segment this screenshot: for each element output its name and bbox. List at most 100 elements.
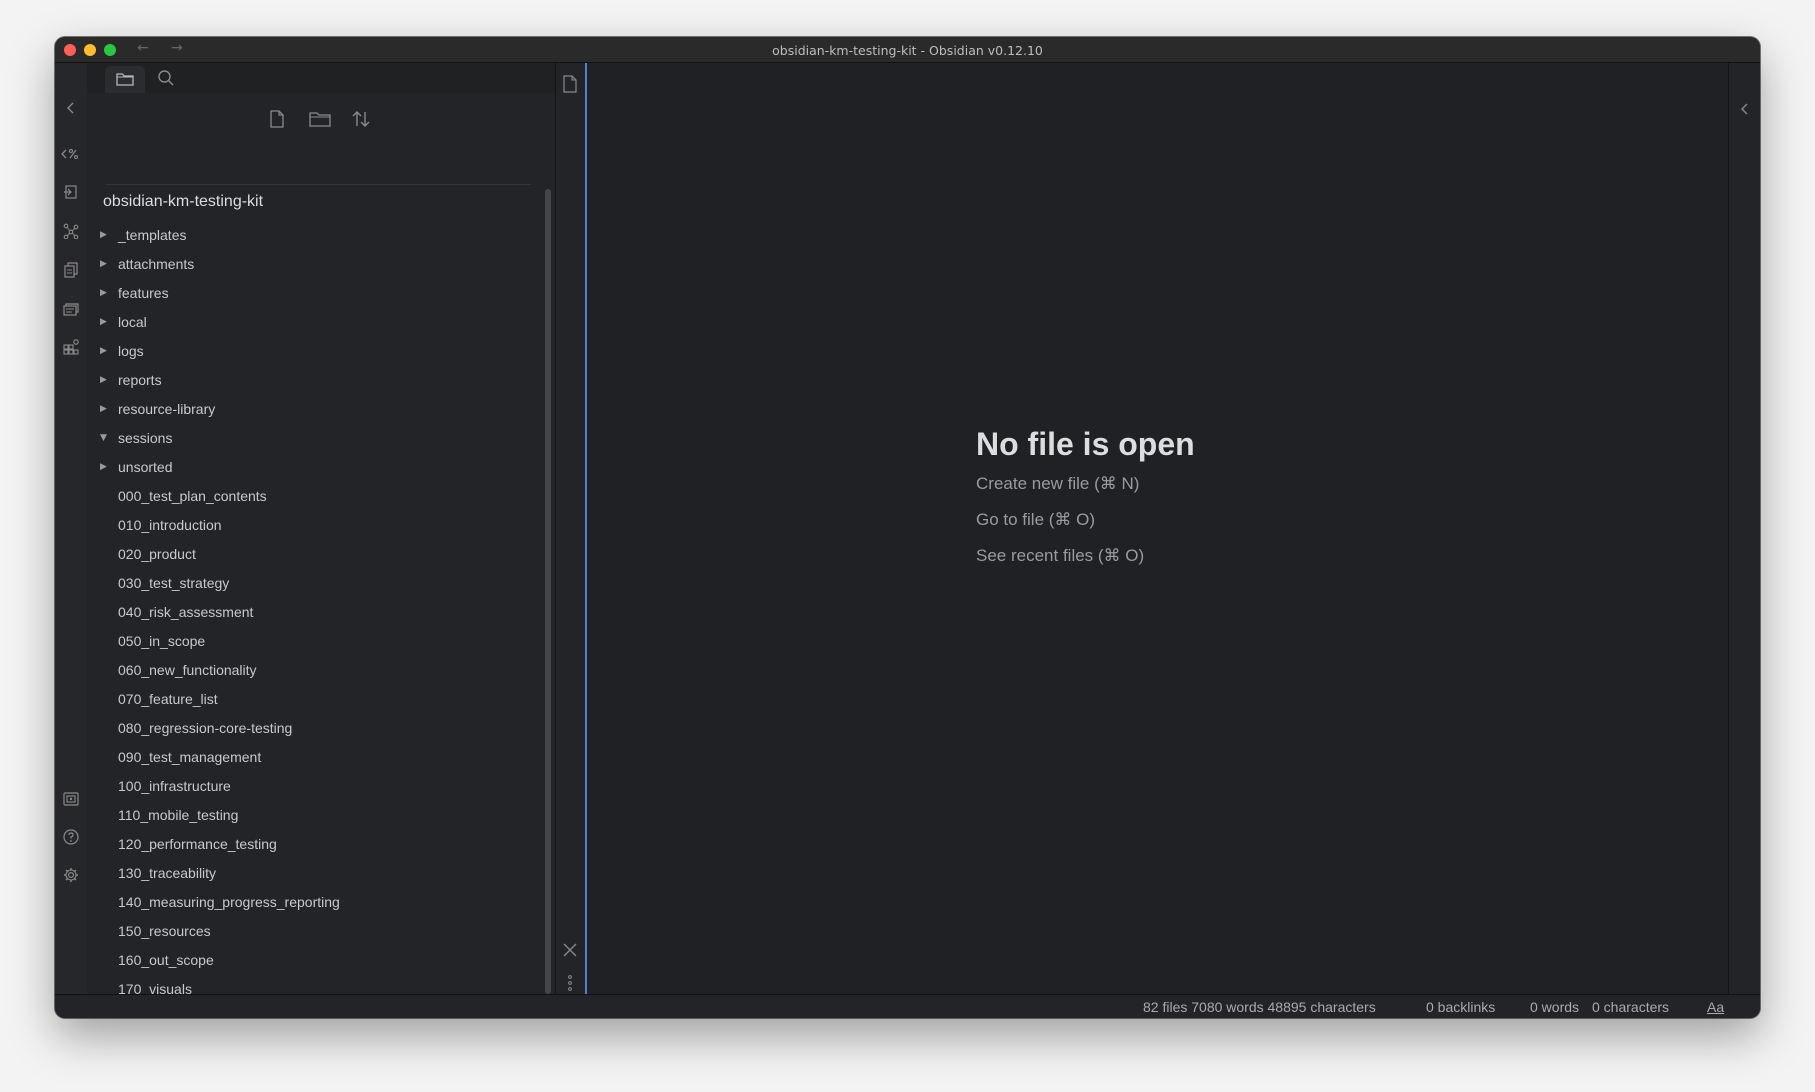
file-item[interactable]: 120_performance_testing [87, 830, 517, 859]
backlinks-count[interactable]: 0 backlinks [1426, 999, 1495, 1015]
folder-item[interactable]: ▶ _templates [87, 221, 517, 250]
file-item[interactable]: 170_visuals [87, 975, 517, 995]
expand-right-sidebar-button[interactable] [1737, 101, 1751, 117]
more-vertical-icon [566, 975, 574, 991]
file-label: 060_new_functionality [118, 662, 257, 678]
vault-name[interactable]: obsidian-km-testing-kit [103, 193, 263, 211]
folder-item-expanded[interactable]: ▼ sessions [87, 424, 517, 453]
file-label: 050_in_scope [118, 633, 206, 649]
window-title: obsidian-km-testing-kit - Obsidian v0.12… [772, 43, 1043, 58]
status-bar: 82 files 7080 words 48895 characters 0 b… [55, 994, 1760, 1018]
file-label: 150_resources [118, 923, 211, 939]
editor-pane [587, 63, 1728, 995]
file-item[interactable]: 150_resources [87, 917, 517, 946]
slides-icon[interactable] [63, 301, 79, 317]
folder-label: reports [118, 372, 162, 388]
sort-icon [351, 109, 371, 129]
copy-icon[interactable] [63, 262, 79, 278]
see-recent-files-link[interactable]: See recent files (⌘ O) [976, 546, 1144, 566]
graph-view-icon[interactable] [63, 223, 79, 239]
file-label: 130_traceability [118, 865, 217, 881]
file-item[interactable]: 160_out_scope [87, 946, 517, 975]
tab-file-explorer[interactable] [105, 66, 145, 93]
file-item[interactable]: 090_test_management [87, 743, 517, 772]
file-item[interactable]: 010_introduction [87, 511, 517, 540]
file-label: 040_risk_assessment [118, 604, 254, 620]
file-label: 010_introduction [118, 517, 222, 533]
file-item[interactable]: 080_regression-core-testing [87, 714, 517, 743]
collapse-arrow-icon: ▶ [100, 404, 107, 414]
left-ribbon [55, 63, 88, 1018]
expand-arrow-icon: ▼ [100, 433, 107, 443]
close-pane-button[interactable] [563, 943, 577, 957]
folder-item[interactable]: ▶ unsorted [87, 453, 517, 482]
file-explorer-actions [87, 93, 555, 151]
file-item[interactable]: 050_in_scope [87, 627, 517, 656]
file-item[interactable]: 040_risk_assessment [87, 598, 517, 627]
vault-icon[interactable] [63, 791, 79, 807]
file-label: 100_infrastructure [118, 778, 231, 794]
sidebar-scrollbar[interactable] [545, 189, 551, 994]
new-folder-icon [309, 109, 331, 129]
new-folder-button[interactable] [309, 109, 331, 129]
file-tree: obsidian-km-testing-kit ▶ _templates ▶ att… [87, 185, 531, 995]
sort-button[interactable] [351, 109, 371, 129]
file-item[interactable]: 000_test_plan_contents [87, 482, 517, 511]
collapse-arrow-icon: ▶ [100, 230, 107, 240]
chevron-left-icon [1737, 101, 1751, 117]
go-to-file-link[interactable]: Go to file (⌘ O) [976, 510, 1095, 530]
new-file-icon [267, 109, 287, 129]
font-toggle-button[interactable]: Aa [1707, 999, 1724, 1015]
folder-item[interactable]: ▶ features [87, 279, 517, 308]
folder-label: sessions [118, 430, 173, 446]
folder-label: features [118, 285, 169, 301]
collapse-arrow-icon: ▶ [100, 288, 107, 298]
file-item[interactable]: 030_test_strategy [87, 569, 517, 598]
folder-item[interactable]: ▶ attachments [87, 250, 517, 279]
settings-icon[interactable] [63, 867, 79, 883]
new-note-button[interactable] [267, 109, 287, 129]
folder-item[interactable]: ▶ reports [87, 366, 517, 395]
file-label: 140_measuring_progress_reporting [118, 894, 340, 910]
file-icon [562, 75, 578, 93]
plugins-icon[interactable] [63, 339, 79, 355]
file-label: 070_feature_list [118, 691, 218, 707]
collapse-arrow-icon: ▶ [100, 317, 107, 327]
folder-label: attachments [118, 256, 195, 272]
tab-search[interactable] [157, 69, 175, 87]
collapse-arrow-icon: ▶ [100, 462, 107, 472]
file-item[interactable]: 070_feature_list [87, 685, 517, 714]
right-ribbon [1728, 63, 1760, 995]
file-item[interactable]: 060_new_functionality [87, 656, 517, 685]
file-item[interactable]: 130_traceability [87, 859, 517, 888]
file-label: 080_regression-core-testing [118, 720, 293, 736]
file-item[interactable]: 110_mobile_testing [87, 801, 517, 830]
folder-item[interactable]: ▶ logs [87, 337, 517, 366]
vault-stats: 82 files 7080 words 48895 characters [1143, 999, 1376, 1015]
import-icon[interactable] [63, 184, 79, 200]
folder-label: _templates [118, 227, 187, 243]
file-label: 020_product [118, 546, 196, 562]
folder-label: resource-library [118, 401, 216, 417]
file-item[interactable]: 020_product [87, 540, 517, 569]
collapse-arrow-icon: ▶ [100, 346, 107, 356]
file-explorer-sidebar: obsidian-km-testing-kit ▶ _templates ▶ att… [87, 63, 555, 995]
file-label: 170_visuals [118, 981, 192, 995]
sidebar-tab-bar [87, 63, 555, 93]
help-icon[interactable] [63, 829, 79, 845]
collapse-left-icon[interactable] [63, 100, 79, 116]
file-label: 090_test_management [118, 749, 262, 765]
file-label: 120_performance_testing [118, 836, 277, 852]
create-new-file-link[interactable]: Create new file (⌘ N) [976, 474, 1139, 494]
folder-item[interactable]: ▶ local [87, 308, 517, 337]
file-label: 030_test_strategy [118, 575, 230, 591]
word-count: 0 words [1530, 999, 1580, 1015]
more-options-button[interactable] [566, 975, 574, 991]
file-label: 000_test_plan_contents [118, 488, 267, 504]
templater-icon[interactable] [61, 146, 81, 162]
file-item[interactable]: 140_measuring_progress_reporting [87, 888, 517, 917]
file-item[interactable]: 100_infrastructure [87, 772, 517, 801]
folder-item[interactable]: ▶ resource-library [87, 395, 517, 424]
collapse-arrow-icon: ▶ [100, 259, 107, 269]
close-icon [563, 943, 577, 957]
